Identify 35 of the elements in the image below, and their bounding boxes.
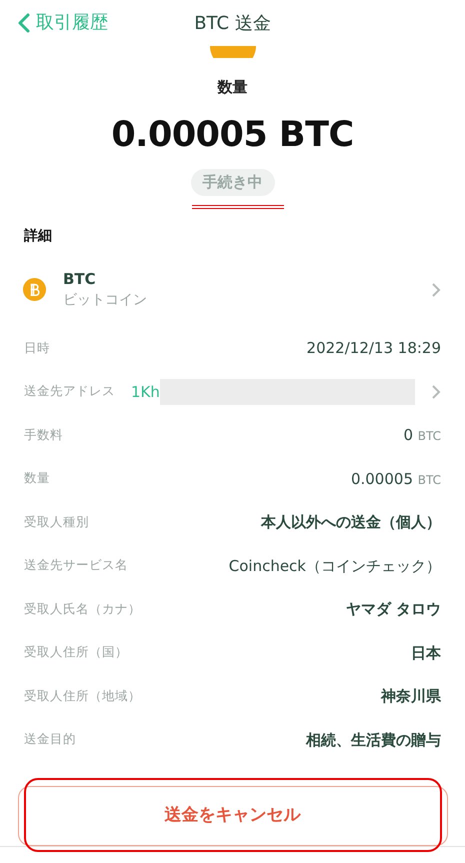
bitcoin-icon [22,277,47,302]
back-button[interactable]: 取引履歴 [12,8,114,37]
chevron-right-icon [431,282,441,298]
detail-label: 手数料 [24,426,63,444]
detail-label: 送金目的 [24,730,76,748]
detail-value: 本人以外への送金（個人） [261,512,441,533]
coin-symbol: BTC [63,268,97,290]
detail-label: 日時 [24,338,50,357]
detail-value: Coincheck（コインチェック） [228,556,441,576]
detail-label: 受取人住所（地域） [24,686,141,705]
detail-label: 受取人氏名（カナ） [24,600,141,618]
chevron-right-icon [431,384,441,400]
section-heading: 詳細 [24,226,53,246]
amount-value: 0.00005 BTC [110,114,355,156]
detail-label: 受取人種別 [24,512,89,531]
detail-value: 0 BTC [403,425,441,446]
screen-title: BTC 送金 [194,12,271,36]
detail-label: 数量 [24,469,50,488]
status-badge: 手続き中 [190,169,274,196]
detail-value: 神奈川県 [381,686,441,707]
coin-name: ビットコイン [63,291,148,310]
address-value[interactable]: 1Kh [131,380,160,403]
detail-label: 受取人住所（国） [24,643,128,662]
coin-icon [210,46,256,58]
detail-value: 2022/12/13 18:29 [306,338,441,359]
amount-label: 数量 [216,77,248,98]
detail-value: ヤマダ タロウ [346,599,441,620]
detail-label: 送金先サービス名 [24,556,128,574]
detail-value: 日本 [411,642,441,664]
coin-row[interactable]: BTC ビットコイン [22,264,441,314]
detail-value: 0.00005 BTC [350,468,441,490]
back-chevron-icon [18,12,30,32]
detail-value: 相続、生活費の贈与 [306,730,441,750]
detail-label: 送金先アドレス [24,382,115,400]
cancel-button[interactable]: 送金をキャンセル [18,786,448,846]
